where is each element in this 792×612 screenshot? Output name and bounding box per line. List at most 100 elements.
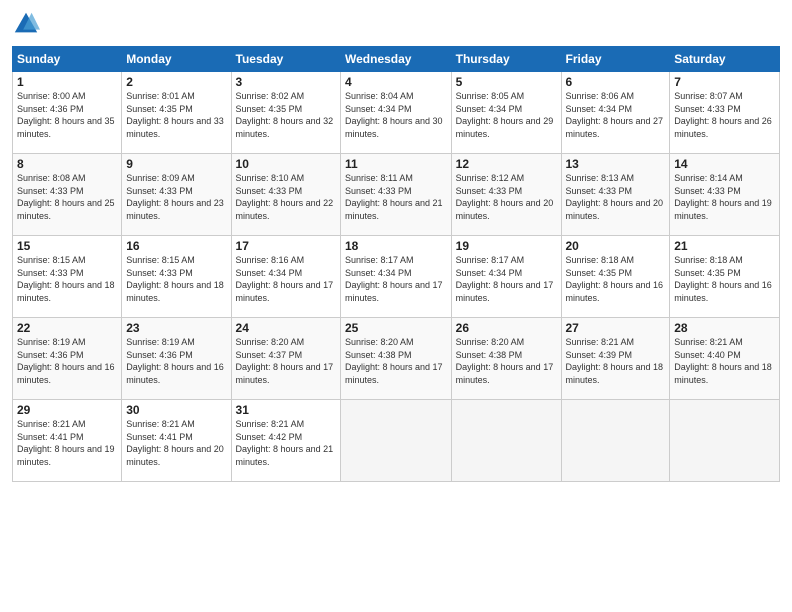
calendar-cell: 25Sunrise: 8:20 AMSunset: 4:38 PMDayligh… <box>341 318 452 400</box>
day-info: Sunrise: 8:17 AMSunset: 4:34 PMDaylight:… <box>456 254 557 304</box>
day-info: Sunrise: 8:13 AMSunset: 4:33 PMDaylight:… <box>566 172 666 222</box>
day-info: Sunrise: 8:15 AMSunset: 4:33 PMDaylight:… <box>126 254 226 304</box>
calendar-cell: 31Sunrise: 8:21 AMSunset: 4:42 PMDayligh… <box>231 400 340 482</box>
day-number: 8 <box>17 157 117 171</box>
weekday-header: Thursday <box>451 47 561 72</box>
weekday-header: Monday <box>122 47 231 72</box>
day-info: Sunrise: 8:01 AMSunset: 4:35 PMDaylight:… <box>126 90 226 140</box>
day-info: Sunrise: 8:21 AMSunset: 4:41 PMDaylight:… <box>126 418 226 468</box>
day-info: Sunrise: 8:16 AMSunset: 4:34 PMDaylight:… <box>236 254 336 304</box>
day-number: 18 <box>345 239 447 253</box>
day-number: 14 <box>674 157 775 171</box>
day-info: Sunrise: 8:14 AMSunset: 4:33 PMDaylight:… <box>674 172 775 222</box>
calendar-cell: 30Sunrise: 8:21 AMSunset: 4:41 PMDayligh… <box>122 400 231 482</box>
day-number: 22 <box>17 321 117 335</box>
day-number: 24 <box>236 321 336 335</box>
day-info: Sunrise: 8:08 AMSunset: 4:33 PMDaylight:… <box>17 172 117 222</box>
day-info: Sunrise: 8:21 AMSunset: 4:41 PMDaylight:… <box>17 418 117 468</box>
calendar-cell: 28Sunrise: 8:21 AMSunset: 4:40 PMDayligh… <box>670 318 780 400</box>
calendar-cell <box>670 400 780 482</box>
day-number: 21 <box>674 239 775 253</box>
day-info: Sunrise: 8:11 AMSunset: 4:33 PMDaylight:… <box>345 172 447 222</box>
calendar-cell: 12Sunrise: 8:12 AMSunset: 4:33 PMDayligh… <box>451 154 561 236</box>
day-info: Sunrise: 8:06 AMSunset: 4:34 PMDaylight:… <box>566 90 666 140</box>
day-number: 6 <box>566 75 666 89</box>
day-info: Sunrise: 8:12 AMSunset: 4:33 PMDaylight:… <box>456 172 557 222</box>
calendar-cell: 4Sunrise: 8:04 AMSunset: 4:34 PMDaylight… <box>341 72 452 154</box>
day-number: 23 <box>126 321 226 335</box>
weekday-header: Saturday <box>670 47 780 72</box>
day-number: 17 <box>236 239 336 253</box>
calendar-container: SundayMondayTuesdayWednesdayThursdayFrid… <box>0 0 792 612</box>
day-number: 5 <box>456 75 557 89</box>
calendar-cell: 7Sunrise: 8:07 AMSunset: 4:33 PMDaylight… <box>670 72 780 154</box>
calendar-cell: 24Sunrise: 8:20 AMSunset: 4:37 PMDayligh… <box>231 318 340 400</box>
weekday-header: Tuesday <box>231 47 340 72</box>
logo <box>12 10 44 38</box>
day-number: 26 <box>456 321 557 335</box>
calendar-cell: 29Sunrise: 8:21 AMSunset: 4:41 PMDayligh… <box>13 400 122 482</box>
calendar-cell: 21Sunrise: 8:18 AMSunset: 4:35 PMDayligh… <box>670 236 780 318</box>
calendar-cell: 22Sunrise: 8:19 AMSunset: 4:36 PMDayligh… <box>13 318 122 400</box>
calendar-cell: 1Sunrise: 8:00 AMSunset: 4:36 PMDaylight… <box>13 72 122 154</box>
calendar-cell: 27Sunrise: 8:21 AMSunset: 4:39 PMDayligh… <box>561 318 670 400</box>
day-number: 25 <box>345 321 447 335</box>
day-number: 11 <box>345 157 447 171</box>
calendar-cell: 19Sunrise: 8:17 AMSunset: 4:34 PMDayligh… <box>451 236 561 318</box>
day-info: Sunrise: 8:20 AMSunset: 4:38 PMDaylight:… <box>345 336 447 386</box>
day-number: 15 <box>17 239 117 253</box>
day-info: Sunrise: 8:21 AMSunset: 4:40 PMDaylight:… <box>674 336 775 386</box>
day-number: 28 <box>674 321 775 335</box>
weekday-header: Sunday <box>13 47 122 72</box>
calendar-week-row: 8Sunrise: 8:08 AMSunset: 4:33 PMDaylight… <box>13 154 780 236</box>
calendar-cell <box>451 400 561 482</box>
calendar-cell: 17Sunrise: 8:16 AMSunset: 4:34 PMDayligh… <box>231 236 340 318</box>
day-info: Sunrise: 8:10 AMSunset: 4:33 PMDaylight:… <box>236 172 336 222</box>
day-info: Sunrise: 8:21 AMSunset: 4:39 PMDaylight:… <box>566 336 666 386</box>
day-number: 9 <box>126 157 226 171</box>
calendar-table: SundayMondayTuesdayWednesdayThursdayFrid… <box>12 46 780 482</box>
day-number: 12 <box>456 157 557 171</box>
day-number: 1 <box>17 75 117 89</box>
header <box>12 10 780 38</box>
day-number: 30 <box>126 403 226 417</box>
day-info: Sunrise: 8:17 AMSunset: 4:34 PMDaylight:… <box>345 254 447 304</box>
day-info: Sunrise: 8:05 AMSunset: 4:34 PMDaylight:… <box>456 90 557 140</box>
day-info: Sunrise: 8:19 AMSunset: 4:36 PMDaylight:… <box>126 336 226 386</box>
day-info: Sunrise: 8:09 AMSunset: 4:33 PMDaylight:… <box>126 172 226 222</box>
day-info: Sunrise: 8:19 AMSunset: 4:36 PMDaylight:… <box>17 336 117 386</box>
day-number: 29 <box>17 403 117 417</box>
day-info: Sunrise: 8:21 AMSunset: 4:42 PMDaylight:… <box>236 418 336 468</box>
day-info: Sunrise: 8:15 AMSunset: 4:33 PMDaylight:… <box>17 254 117 304</box>
calendar-cell: 10Sunrise: 8:10 AMSunset: 4:33 PMDayligh… <box>231 154 340 236</box>
day-number: 31 <box>236 403 336 417</box>
calendar-cell: 18Sunrise: 8:17 AMSunset: 4:34 PMDayligh… <box>341 236 452 318</box>
calendar-cell: 9Sunrise: 8:09 AMSunset: 4:33 PMDaylight… <box>122 154 231 236</box>
calendar-cell: 5Sunrise: 8:05 AMSunset: 4:34 PMDaylight… <box>451 72 561 154</box>
day-number: 4 <box>345 75 447 89</box>
day-number: 19 <box>456 239 557 253</box>
day-info: Sunrise: 8:04 AMSunset: 4:34 PMDaylight:… <box>345 90 447 140</box>
weekday-header: Wednesday <box>341 47 452 72</box>
calendar-cell: 2Sunrise: 8:01 AMSunset: 4:35 PMDaylight… <box>122 72 231 154</box>
day-info: Sunrise: 8:18 AMSunset: 4:35 PMDaylight:… <box>566 254 666 304</box>
day-number: 3 <box>236 75 336 89</box>
calendar-cell: 23Sunrise: 8:19 AMSunset: 4:36 PMDayligh… <box>122 318 231 400</box>
day-number: 20 <box>566 239 666 253</box>
day-info: Sunrise: 8:18 AMSunset: 4:35 PMDaylight:… <box>674 254 775 304</box>
day-number: 27 <box>566 321 666 335</box>
calendar-cell: 13Sunrise: 8:13 AMSunset: 4:33 PMDayligh… <box>561 154 670 236</box>
calendar-cell: 3Sunrise: 8:02 AMSunset: 4:35 PMDaylight… <box>231 72 340 154</box>
calendar-cell: 20Sunrise: 8:18 AMSunset: 4:35 PMDayligh… <box>561 236 670 318</box>
day-info: Sunrise: 8:00 AMSunset: 4:36 PMDaylight:… <box>17 90 117 140</box>
calendar-cell: 11Sunrise: 8:11 AMSunset: 4:33 PMDayligh… <box>341 154 452 236</box>
calendar-week-row: 1Sunrise: 8:00 AMSunset: 4:36 PMDaylight… <box>13 72 780 154</box>
calendar-cell <box>561 400 670 482</box>
calendar-cell <box>341 400 452 482</box>
calendar-cell: 16Sunrise: 8:15 AMSunset: 4:33 PMDayligh… <box>122 236 231 318</box>
day-info: Sunrise: 8:02 AMSunset: 4:35 PMDaylight:… <box>236 90 336 140</box>
day-number: 10 <box>236 157 336 171</box>
day-info: Sunrise: 8:20 AMSunset: 4:37 PMDaylight:… <box>236 336 336 386</box>
day-number: 2 <box>126 75 226 89</box>
calendar-week-row: 15Sunrise: 8:15 AMSunset: 4:33 PMDayligh… <box>13 236 780 318</box>
